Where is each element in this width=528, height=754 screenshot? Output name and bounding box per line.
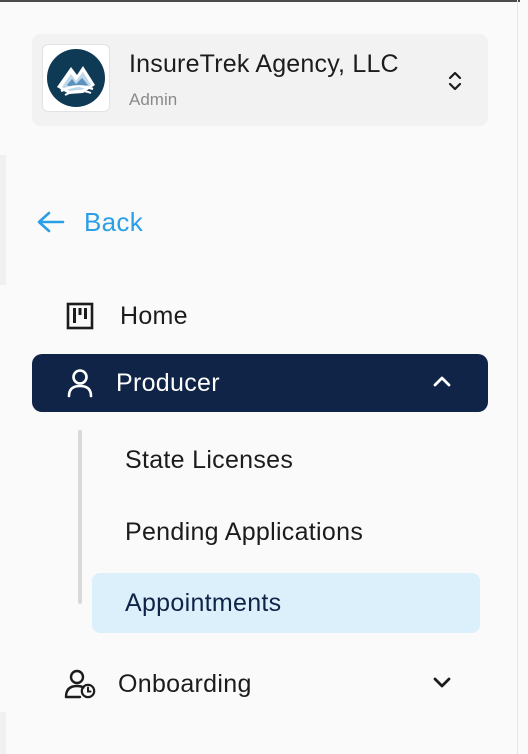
submenu-item-appointments[interactable]: Appointments (92, 573, 480, 633)
nav-label-producer: Producer (116, 368, 220, 397)
org-switcher[interactable]: InsureTrek Agency, LLC Admin (32, 34, 488, 126)
submenu-label: Appointments (125, 588, 282, 617)
chevron-up-icon (433, 376, 451, 387)
chevron-down-icon (433, 677, 451, 688)
mountain-logo-icon (47, 49, 105, 107)
nav-item-onboarding[interactable]: Onboarding (32, 655, 488, 713)
back-link[interactable]: Back (36, 202, 143, 242)
submenu-item-state-licenses[interactable]: State Licenses (92, 430, 480, 490)
submenu-rail (78, 430, 82, 604)
org-name: InsureTrek Agency, LLC (129, 50, 399, 78)
org-role: Admin (129, 90, 178, 109)
user-icon (67, 369, 93, 398)
nav-label-onboarding: Onboarding (118, 669, 252, 698)
scroll-track-upper (0, 155, 6, 285)
back-label: Back (84, 206, 144, 237)
sidebar-right-border (517, 0, 518, 754)
submenu-label: State Licenses (125, 445, 294, 474)
chevron-up-down-icon (448, 71, 462, 91)
nav-item-producer[interactable]: Producer (32, 354, 488, 412)
arrow-left-icon (37, 211, 65, 233)
kanban-board-icon (66, 302, 94, 330)
submenu-item-pending-applications[interactable]: Pending Applications (92, 502, 480, 562)
nav-label-home: Home (120, 301, 188, 330)
org-logo (42, 44, 110, 112)
nav-item-home[interactable]: Home (32, 287, 488, 345)
scroll-track-lower (0, 712, 6, 754)
user-clock-icon (64, 669, 96, 699)
top-border (0, 0, 520, 2)
submenu-label: Pending Applications (125, 517, 364, 546)
